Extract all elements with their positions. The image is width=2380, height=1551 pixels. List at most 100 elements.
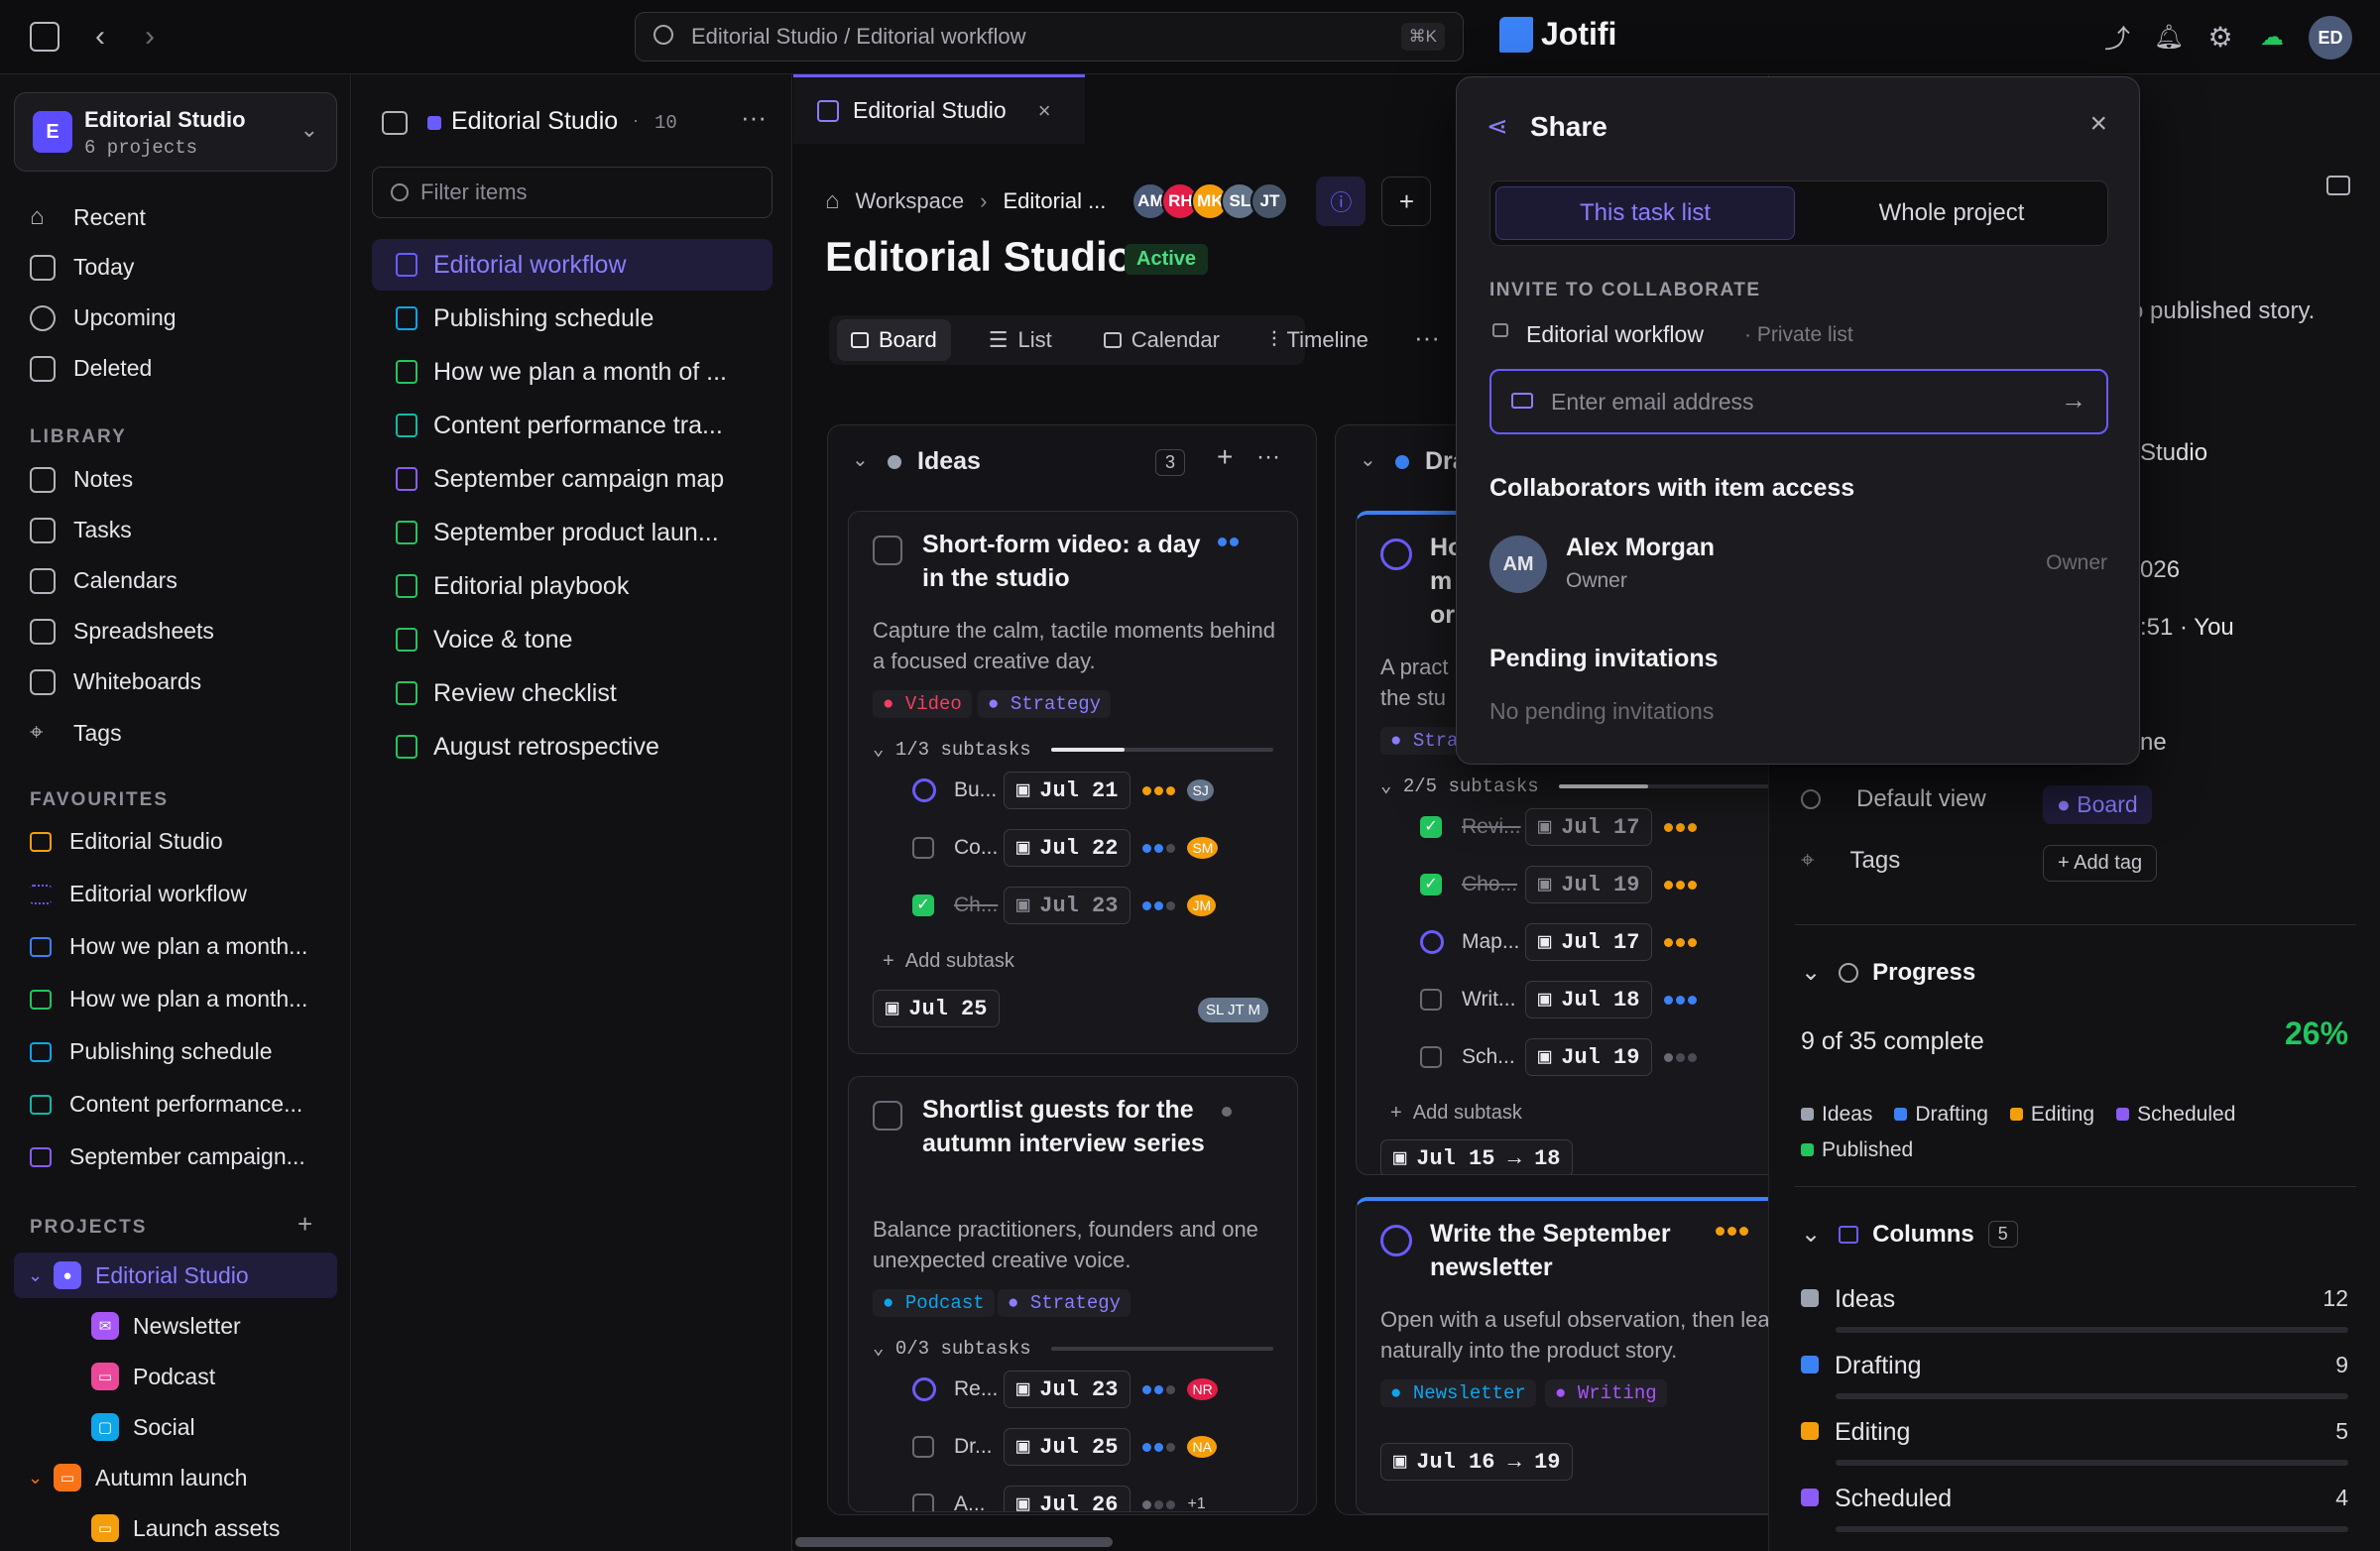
in-progress-icon[interactable]: [912, 1377, 936, 1401]
in-progress-icon[interactable]: [1420, 930, 1444, 954]
add-project-icon[interactable]: +: [298, 1209, 312, 1240]
fav-item[interactable]: Editorial workflow: [30, 881, 247, 907]
item[interactable]: Publishing schedule: [372, 293, 773, 344]
view-timeline[interactable]: ⫶ Timeline: [1257, 319, 1382, 361]
item[interactable]: September product laun...: [372, 507, 773, 558]
subtask-row[interactable]: Dr... ▣ Jul 25 NA: [912, 1428, 1217, 1466]
in-progress-icon[interactable]: [1380, 1225, 1412, 1256]
sidebar-toggle-icon[interactable]: [30, 22, 60, 52]
fav-item[interactable]: September campaign...: [30, 1143, 305, 1170]
project-autumn-launch[interactable]: ⌄ ▭ Autumn launch: [14, 1455, 337, 1500]
chevron-down-icon[interactable]: ⌄: [852, 447, 869, 472]
tag-video[interactable]: ● Video: [873, 690, 972, 718]
columns-section-header[interactable]: ⌄ Columns 5: [1801, 1220, 2018, 1249]
fav-item[interactable]: How we plan a month...: [30, 933, 307, 960]
subtask-row[interactable]: Co... ▣ Jul 22 SM: [912, 829, 1219, 867]
checked-icon[interactable]: ✓: [1420, 874, 1442, 895]
library-notes[interactable]: Notes: [30, 466, 133, 493]
scope-whole-project[interactable]: Whole project: [1802, 186, 2101, 240]
progress-section-header[interactable]: ⌄ Progress: [1801, 958, 1975, 987]
due-date[interactable]: ▣ Jul 22: [1004, 829, 1131, 867]
item-editorial-workflow[interactable]: Editorial workflow: [372, 239, 773, 291]
fav-item[interactable]: Content performance...: [30, 1091, 302, 1118]
item[interactable]: Content performance tra...: [372, 400, 773, 451]
task-checkbox[interactable]: [1420, 1046, 1442, 1068]
library-tags[interactable]: ⌖ Tags: [30, 719, 122, 747]
project-podcast[interactable]: ▭ Podcast: [14, 1354, 337, 1399]
library-whiteboards[interactable]: Whiteboards: [30, 668, 201, 695]
task-checkbox[interactable]: [1420, 989, 1442, 1011]
task-checkbox[interactable]: [912, 1436, 934, 1458]
library-tasks[interactable]: Tasks: [30, 517, 132, 543]
chevron-down-icon[interactable]: ⌄: [1360, 447, 1376, 472]
tab-editorial-studio[interactable]: Editorial Studio ×: [793, 74, 1085, 144]
in-progress-icon[interactable]: [912, 778, 936, 802]
default-view-badge[interactable]: ● Board: [2043, 785, 2152, 824]
project-launch-assets[interactable]: ▭ Launch assets: [14, 1505, 337, 1551]
task-checkbox[interactable]: [912, 1493, 934, 1511]
more-icon[interactable]: ···: [1414, 322, 1440, 353]
due-date[interactable]: ▣ Jul 17: [1525, 808, 1653, 846]
item[interactable]: September campaign map: [372, 453, 773, 505]
fav-item[interactable]: Publishing schedule: [30, 1038, 273, 1065]
panel-toggle-icon[interactable]: [382, 111, 408, 135]
tag-writing[interactable]: ● Writing: [1545, 1379, 1667, 1407]
due-date[interactable]: ▣ Jul 17: [1525, 923, 1653, 961]
tag-strategy[interactable]: ● Strategy: [978, 690, 1112, 718]
add-card-icon[interactable]: +: [1217, 441, 1233, 473]
due-date[interactable]: ▣ Jul 19: [1525, 1038, 1653, 1076]
fav-item[interactable]: How we plan a month...: [30, 986, 307, 1013]
forward-icon[interactable]: ›: [135, 18, 165, 56]
tag-newsletter[interactable]: ● Newsletter: [1380, 1379, 1536, 1407]
due-date[interactable]: ▣ Jul 23: [1004, 887, 1131, 924]
due-date[interactable]: ▣ Jul 18: [1525, 981, 1653, 1018]
nav-upcoming[interactable]: Upcoming: [30, 304, 177, 331]
view-board[interactable]: Board: [837, 319, 951, 361]
email-input[interactable]: Enter email address →: [1489, 369, 2108, 434]
info-icon[interactable]: ⓘ: [1316, 177, 1367, 226]
subtask-row[interactable]: Bu... ▣ Jul 21 SJ: [912, 772, 1214, 809]
project-social[interactable]: ▢ Social: [14, 1404, 337, 1450]
project-newsletter[interactable]: ✉ Newsletter: [14, 1303, 337, 1349]
add-button[interactable]: +: [1381, 177, 1432, 226]
bell-icon[interactable]: 🔔︎: [2152, 20, 2186, 54]
nav-deleted[interactable]: Deleted: [30, 355, 152, 382]
item[interactable]: Voice & tone: [372, 614, 773, 665]
task-checkbox[interactable]: [873, 536, 902, 565]
arrow-right-icon[interactable]: →: [2061, 385, 2086, 416]
subtask-row[interactable]: ✓ Ch... ▣ Jul 23 JM: [912, 887, 1217, 924]
card-due-date[interactable]: ▣ Jul 15 → 18: [1380, 1139, 1574, 1174]
breadcrumb-current[interactable]: Editorial ...: [1003, 188, 1106, 214]
task-card[interactable]: Shortlist guests for the autumn intervie…: [848, 1076, 1298, 1512]
item[interactable]: How we plan a month of ...: [372, 346, 773, 398]
due-date[interactable]: ▣ Jul 25: [1004, 1428, 1131, 1466]
due-date[interactable]: ▣ Jul 19: [1525, 866, 1653, 903]
breadcrumb-root[interactable]: Workspace: [856, 188, 965, 214]
subtask-row[interactable]: A... ▣ Jul 26 +1: [912, 1486, 1206, 1511]
subtask-count[interactable]: ⌄ 0/3 subtasks: [873, 1337, 1031, 1360]
panel-toggle-icon[interactable]: [2326, 176, 2350, 195]
in-progress-icon[interactable]: [1380, 538, 1412, 570]
user-avatar[interactable]: ED: [2309, 16, 2352, 60]
subtask-row[interactable]: Sch... ▣ Jul 19: [1420, 1038, 1709, 1076]
fav-item[interactable]: Editorial Studio: [30, 828, 223, 855]
more-icon[interactable]: ···: [741, 102, 767, 133]
subtask-row[interactable]: Writ... ▣ Jul 18: [1420, 981, 1709, 1018]
checked-icon[interactable]: ✓: [1420, 816, 1442, 838]
task-checkbox[interactable]: [912, 837, 934, 859]
view-calendar[interactable]: Calendar: [1090, 319, 1234, 361]
task-card[interactable]: Write the September newsletter Open with…: [1356, 1197, 1771, 1514]
gear-icon[interactable]: ⚙: [2203, 20, 2237, 54]
item[interactable]: Editorial playbook: [372, 560, 773, 612]
add-subtask[interactable]: + Add subtask: [883, 950, 1014, 973]
nav-today[interactable]: Today: [30, 254, 134, 281]
checked-icon[interactable]: ✓: [912, 895, 934, 916]
subtask-row[interactable]: Map... ▣ Jul 17: [1420, 923, 1709, 961]
tag-podcast[interactable]: ● Podcast: [873, 1289, 995, 1317]
tag-strategy[interactable]: ● Strategy: [998, 1289, 1131, 1317]
task-card[interactable]: Short-form video: a day in the studio Ca…: [848, 511, 1298, 1054]
nav-recent[interactable]: ⌂ Recent: [30, 203, 146, 231]
more-icon[interactable]: ···: [1256, 443, 1280, 471]
share-icon[interactable]: ⤴: [2100, 20, 2134, 54]
horizontal-scrollbar[interactable]: [795, 1537, 1113, 1547]
